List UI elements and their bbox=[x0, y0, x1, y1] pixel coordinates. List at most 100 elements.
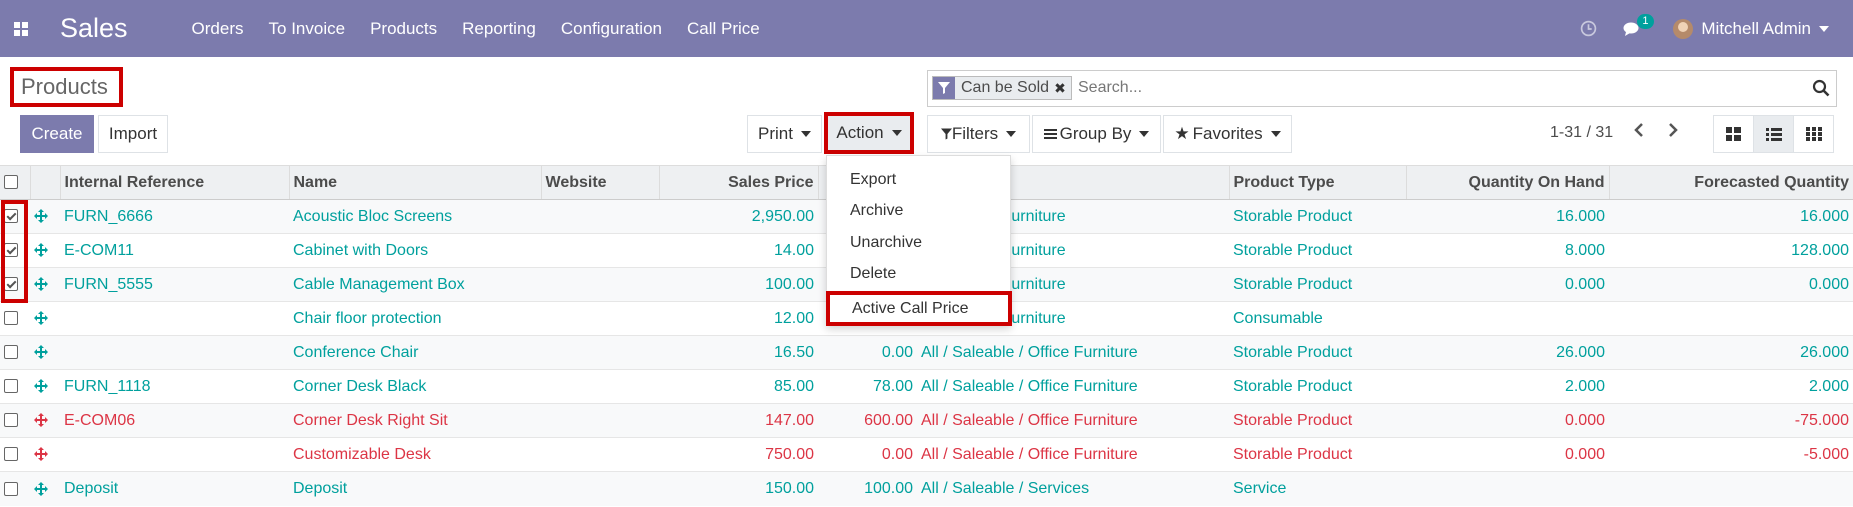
chevron-down-icon bbox=[800, 131, 811, 137]
search-input[interactable]: Search... bbox=[1078, 79, 1142, 97]
cell-sales-price: 16.50 bbox=[659, 335, 818, 370]
action-dropdown-menu: Export Archive Unarchive Delete Active C… bbox=[826, 155, 1012, 326]
select-all-checkbox[interactable] bbox=[0, 165, 30, 200]
selected-rows-highlight bbox=[1, 200, 28, 303]
cell-sales-price: 85.00 bbox=[659, 369, 818, 404]
table-row[interactable]: Deposit Deposit 150.00 100.00 All / Saleable… bbox=[0, 471, 1853, 506]
app-title[interactable]: Sales bbox=[60, 13, 128, 44]
cell-website bbox=[541, 301, 659, 336]
cell-quantity-on-hand: 0.000 bbox=[1406, 437, 1609, 472]
menu-item-archive[interactable]: Archive bbox=[850, 202, 903, 220]
main-menu: Orders To Invoice Products Reporting Con… bbox=[192, 19, 785, 39]
drag-handle-icon[interactable] bbox=[30, 267, 60, 302]
cell-cost: 0.00 bbox=[818, 437, 917, 472]
col-product-type[interactable]: Product Type bbox=[1228, 165, 1406, 200]
menu-configuration[interactable]: Configuration bbox=[561, 19, 662, 39]
chevron-down-icon bbox=[1006, 131, 1017, 137]
messaging-icon[interactable]: 1 bbox=[1623, 13, 1654, 37]
menu-reporting[interactable]: Reporting bbox=[462, 19, 536, 39]
table-row[interactable]: Customizable Desk 750.00 0.00 All / Saleabl… bbox=[0, 437, 1853, 472]
drag-handle-icon[interactable] bbox=[30, 471, 60, 506]
facet-label: Can be Sold bbox=[961, 79, 1050, 96]
user-menu[interactable]: Mitchell Admin bbox=[1673, 18, 1829, 39]
chevron-left-icon[interactable] bbox=[1632, 122, 1646, 143]
menu-orders[interactable]: Orders bbox=[192, 19, 244, 39]
menu-item-delete[interactable]: Delete bbox=[850, 265, 896, 283]
col-sales-price[interactable]: Sales Price bbox=[658, 165, 818, 200]
cell-website bbox=[541, 437, 659, 472]
search-facet[interactable]: Can be Sold ✖ bbox=[932, 76, 1072, 100]
search-bar[interactable]: Can be Sold ✖ Search... bbox=[927, 70, 1837, 107]
drag-handle-icon[interactable] bbox=[30, 369, 60, 404]
cell-name: Deposit bbox=[289, 471, 541, 506]
cell-quantity-on-hand: 0.000 bbox=[1406, 403, 1609, 438]
kanban-view-icon[interactable] bbox=[1714, 116, 1754, 152]
drag-handle-icon[interactable] bbox=[30, 437, 60, 472]
menu-item-export[interactable]: Export bbox=[850, 171, 896, 189]
table-row[interactable]: E-COM06 Corner Desk Right Sit 147.00 600.00… bbox=[0, 403, 1853, 438]
print-button[interactable]: Print bbox=[747, 115, 822, 153]
cell-name: Customizable Desk bbox=[289, 437, 541, 472]
col-forecasted-quantity[interactable]: Forecasted Quantity bbox=[1608, 165, 1853, 200]
page-title: Products bbox=[10, 67, 123, 107]
cell-name: Cabinet with Doors bbox=[289, 233, 541, 268]
col-website[interactable]: Website bbox=[540, 165, 659, 200]
drag-handle-icon[interactable] bbox=[30, 199, 60, 234]
action-button[interactable]: Action bbox=[824, 112, 914, 154]
chevron-down-icon bbox=[1139, 131, 1150, 137]
row-checkbox[interactable] bbox=[0, 369, 30, 404]
chevron-right-icon[interactable] bbox=[1666, 122, 1680, 143]
row-checkbox[interactable] bbox=[0, 471, 30, 506]
cell-name: Cable Management Box bbox=[289, 267, 541, 302]
chevron-down-icon bbox=[1819, 25, 1829, 32]
table-row[interactable]: FURN_1118 Corner Desk Black 85.00 78.00 All … bbox=[0, 369, 1853, 404]
cell-product-type: Consumable bbox=[1229, 301, 1406, 336]
cell-cost: 100.00 bbox=[818, 471, 917, 506]
row-checkbox[interactable] bbox=[0, 301, 30, 336]
cell-forecasted-quantity: 16.000 bbox=[1609, 199, 1853, 234]
pager-value[interactable]: 1-31 / 31 bbox=[1550, 124, 1613, 142]
cell-product-category: All / Saleable / Office Furniture bbox=[917, 335, 1229, 370]
col-quantity-on-hand[interactable]: Quantity On Hand bbox=[1405, 165, 1609, 200]
cell-sales-price: 2,950.00 bbox=[659, 199, 818, 234]
col-name[interactable]: Name bbox=[288, 165, 541, 200]
row-checkbox[interactable] bbox=[0, 437, 30, 472]
cell-quantity-on-hand: 2.000 bbox=[1406, 369, 1609, 404]
row-checkbox[interactable] bbox=[0, 403, 30, 438]
create-button[interactable]: Create bbox=[20, 115, 94, 153]
cell-internal-reference bbox=[60, 335, 289, 370]
cell-website bbox=[541, 471, 659, 506]
cell-website bbox=[541, 369, 659, 404]
favorites-button[interactable]: ★ Favorites bbox=[1163, 115, 1292, 153]
drag-handle-icon[interactable] bbox=[30, 301, 60, 336]
cell-sales-price: 750.00 bbox=[659, 437, 818, 472]
cell-cost: 600.00 bbox=[818, 403, 917, 438]
menu-to-invoice[interactable]: To Invoice bbox=[269, 19, 346, 39]
group-by-button[interactable]: Group By bbox=[1032, 115, 1161, 153]
remove-facet-icon[interactable]: ✖ bbox=[1054, 77, 1071, 99]
menu-item-unarchive[interactable]: Unarchive bbox=[850, 234, 922, 252]
drag-handle-icon[interactable] bbox=[30, 403, 60, 438]
menu-products[interactable]: Products bbox=[370, 19, 437, 39]
row-checkbox[interactable] bbox=[0, 335, 30, 370]
grid-view-icon[interactable] bbox=[1794, 116, 1833, 152]
star-icon: ★ bbox=[1174, 124, 1190, 143]
filters-button[interactable]: Filters bbox=[927, 115, 1030, 153]
message-count-badge: 1 bbox=[1637, 13, 1654, 29]
drag-handle-icon[interactable] bbox=[30, 233, 60, 268]
apps-menu-icon[interactable] bbox=[0, 0, 42, 57]
table-row[interactable]: Conference Chair 16.50 0.00 All / Saleable … bbox=[0, 335, 1853, 370]
filter-icon bbox=[940, 128, 952, 140]
cell-forecasted-quantity: -5.000 bbox=[1609, 437, 1853, 472]
activity-clock-icon[interactable] bbox=[1580, 20, 1597, 37]
cell-product-category: All / Saleable / Office Furniture bbox=[917, 369, 1229, 404]
search-icon[interactable] bbox=[1812, 79, 1830, 102]
drag-handle-icon[interactable] bbox=[30, 335, 60, 370]
menu-item-active-call-price[interactable]: Active Call Price bbox=[826, 291, 1012, 326]
import-button[interactable]: Import bbox=[98, 115, 168, 153]
cell-product-type: Storable Product bbox=[1229, 233, 1406, 268]
col-internal-reference[interactable]: Internal Reference bbox=[59, 165, 289, 200]
cell-sales-price: 12.00 bbox=[659, 301, 818, 336]
list-view-icon[interactable] bbox=[1754, 116, 1794, 152]
menu-call-price[interactable]: Call Price bbox=[687, 19, 760, 39]
